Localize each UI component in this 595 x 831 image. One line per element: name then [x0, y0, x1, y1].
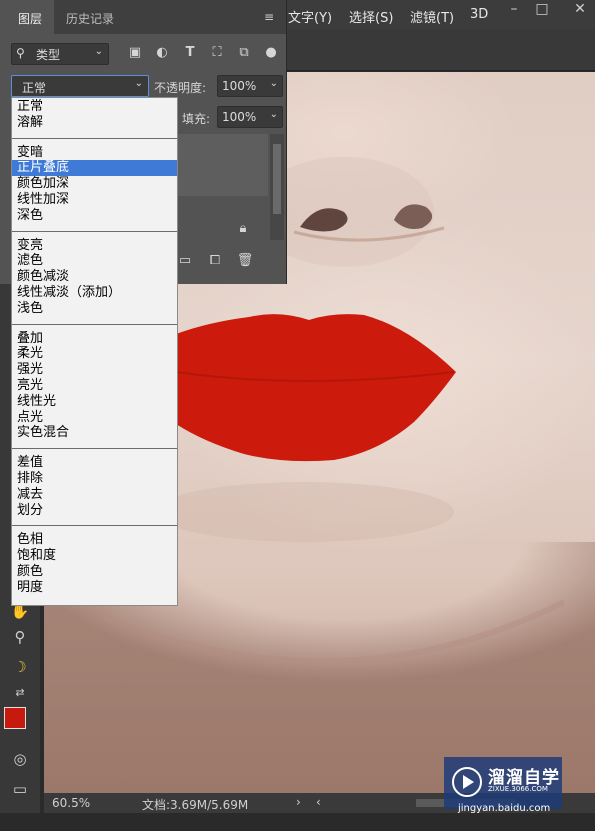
document-size: 文档:3.69M/5.69M	[142, 798, 249, 812]
screen-mode-icon[interactable]: ▭	[8, 778, 32, 800]
red-lips	[176, 314, 456, 462]
chevron-right-icon[interactable]: ›	[296, 795, 301, 809]
menu-3d[interactable]: 3D	[470, 7, 488, 22]
menu-filter[interactable]: 滤镜(T)	[410, 7, 454, 26]
tab-layers-label[interactable]: 图层	[18, 10, 42, 27]
smart-object-filter-icon[interactable]: ⧉	[235, 44, 253, 62]
panel-tab-bar: 图层 历史记录 ≡	[0, 0, 286, 34]
quick-mask-icon[interactable]: ◎	[8, 748, 32, 770]
new-layer-icon[interactable]: ⧠	[206, 252, 224, 270]
watermark-source: jingyan.baidu.com	[458, 803, 551, 814]
blend-mode-option[interactable]: 正常	[12, 99, 177, 115]
banana-icon[interactable]: ☽	[8, 656, 32, 678]
chevron-down-icon: ⌄	[94, 46, 103, 57]
foreground-color-swatch[interactable]	[4, 707, 26, 729]
blend-mode-option[interactable]: 正片叠底	[12, 160, 177, 177]
blend-mode-option[interactable]: 划分	[12, 503, 177, 519]
minimize-icon[interactable]: –	[500, 0, 528, 20]
blend-mode-option[interactable]: 深色	[12, 208, 177, 224]
chevron-down-icon: ⌄	[269, 78, 278, 89]
fill-field[interactable]: 100% ⌄	[217, 106, 283, 128]
delete-layer-icon[interactable]: 🗑︎	[236, 252, 254, 270]
menu-separator	[12, 525, 177, 527]
play-logo-icon	[452, 767, 482, 797]
search-icon: ⚲	[16, 46, 25, 60]
watermark-domain: ZIXUE.3066.COM	[488, 785, 548, 793]
tab-history-label[interactable]: 历史记录	[66, 10, 114, 27]
adjustment-filter-icon[interactable]: ◐	[153, 44, 171, 62]
layer-filter-dropdown[interactable]: ⚲ 类型 ⌄	[11, 43, 109, 65]
chevron-down-icon: ⌄	[269, 109, 278, 120]
opacity-value: 100%	[222, 79, 257, 93]
blend-mode-option[interactable]: 强光	[12, 362, 177, 378]
blend-mode-option[interactable]: 减去	[12, 487, 177, 503]
blend-mode-option[interactable]: 明度	[12, 580, 177, 596]
blend-mode-option[interactable]: 实色混合	[12, 425, 177, 441]
blend-mode-option[interactable]: 点光	[12, 410, 177, 426]
blend-mode-option[interactable]: 线性减淡（添加）	[12, 285, 177, 301]
blend-mode-option[interactable]: 色相	[12, 532, 177, 548]
menu-type[interactable]: 文字(Y)	[288, 7, 332, 26]
blend-mode-option[interactable]: 排除	[12, 471, 177, 487]
blend-mode-option[interactable]: 饱和度	[12, 548, 177, 564]
menu-separator	[12, 448, 177, 450]
image-filter-icon[interactable]: ▣	[126, 44, 144, 62]
blend-mode-option[interactable]: 柔光	[12, 346, 177, 362]
type-filter-icon[interactable]: T	[181, 44, 199, 62]
blend-mode-option[interactable]: 叠加	[12, 331, 177, 347]
zoom-tool-icon[interactable]: ⚲	[8, 626, 32, 648]
filter-type-label: 类型	[36, 48, 61, 62]
bottom-strip	[0, 813, 595, 831]
blend-mode-option[interactable]: 颜色减淡	[12, 269, 177, 285]
fill-label: 填充:	[182, 112, 211, 126]
blend-mode-menu: 正常 溶解变暗 正片叠底 颜色加深 线性加深 深色变亮 滤色 颜色减淡 线性减淡（添加） 浅色叠加…	[11, 97, 178, 606]
menu-separator	[12, 230, 177, 232]
blend-mode-option[interactable]: 滤色	[12, 253, 177, 269]
blend-mode-option[interactable]: 颜色	[12, 564, 177, 580]
chevron-down-icon: ⌄	[134, 78, 143, 89]
blend-mode-option[interactable]: 线性光	[12, 394, 177, 410]
blend-mode-option[interactable]: 溶解	[12, 115, 177, 131]
blend-mode-option[interactable]: 线性加深	[12, 192, 177, 208]
maximize-icon[interactable]: □	[528, 0, 556, 20]
panel-menu-icon[interactable]: ≡	[264, 10, 274, 24]
swap-colors-icon[interactable]: ⇄	[8, 682, 32, 704]
menu-select[interactable]: 选择(S)	[349, 7, 393, 26]
blend-mode-option[interactable]: 浅色	[12, 301, 177, 317]
opacity-field[interactable]: 100% ⌄	[217, 75, 283, 97]
watermark-logo: 溜溜自学 ZIXUE.3066.COM	[444, 757, 562, 809]
layers-scrollbar[interactable]	[270, 134, 284, 240]
close-icon[interactable]: ✕	[566, 0, 594, 20]
blend-mode-option[interactable]: 颜色加深	[12, 176, 177, 192]
blend-mode-dropdown[interactable]: 正常 ⌄	[11, 75, 149, 97]
lock-icon: 🔒︎	[239, 221, 247, 236]
blend-mode-option[interactable]: 变亮	[12, 238, 177, 254]
blend-mode-option[interactable]: 差值	[12, 455, 177, 471]
shape-filter-icon[interactable]: ⛶	[208, 44, 226, 62]
new-group-icon[interactable]: ▭	[176, 252, 194, 270]
blend-mode-option[interactable]: 变暗	[12, 145, 177, 161]
blend-mode-value: 正常	[22, 81, 47, 95]
zoom-level[interactable]: 60.5%	[52, 796, 90, 810]
scroll-left-icon[interactable]: ‹	[316, 795, 321, 809]
opacity-label: 不透明度:	[154, 81, 207, 95]
filter-toggle-icon[interactable]: ●	[262, 44, 280, 62]
blend-mode-option[interactable]: 亮光	[12, 378, 177, 394]
menu-separator	[12, 137, 177, 139]
options-bar	[286, 30, 595, 71]
fill-value: 100%	[222, 110, 257, 124]
menu-separator	[12, 323, 177, 325]
layer-row[interactable]	[176, 134, 268, 196]
